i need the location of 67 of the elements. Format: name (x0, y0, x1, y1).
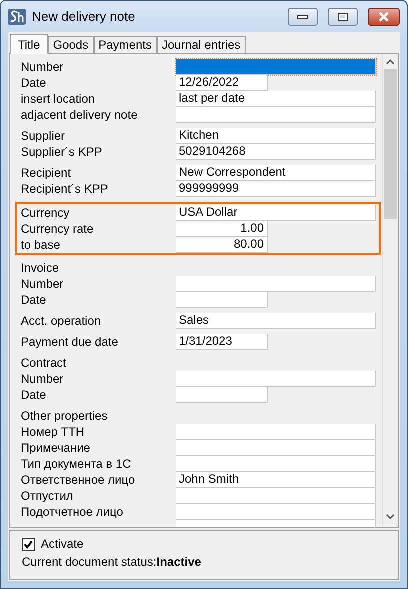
input-field[interactable]: Kitchen (176, 128, 376, 144)
input-field[interactable]: last per date (176, 91, 376, 107)
field-label: Payment due date (20, 335, 120, 349)
section-heading: Invoice (20, 260, 60, 276)
field-label: Номер ТТН (20, 425, 86, 439)
field-label: Примечание (20, 441, 92, 455)
status-text: Current document status:Inactive (22, 555, 202, 569)
field-label: Date (20, 388, 48, 402)
window-title: New delivery note (32, 9, 136, 24)
input-field[interactable]: John Smith (176, 472, 376, 488)
input-field[interactable] (176, 292, 268, 308)
input-field[interactable] (176, 504, 376, 520)
field-label: Number (20, 372, 65, 386)
field-label: adjacent delivery note (20, 108, 139, 122)
scroll-down-icon[interactable] (386, 512, 395, 521)
field-label: Number (20, 60, 65, 74)
input-field[interactable]: USA Dollar (176, 205, 376, 221)
input-field[interactable]: 999999999 (176, 181, 376, 197)
minimize-icon (297, 14, 309, 20)
section-heading: Contract (20, 355, 68, 371)
minimize-button[interactable] (288, 8, 318, 26)
section-heading: Other properties (20, 408, 109, 424)
input-field[interactable] (176, 387, 268, 403)
input-field[interactable] (176, 440, 376, 456)
field-label: Date (20, 293, 48, 307)
field-label: Number (20, 277, 65, 291)
field-label: Recipient´s KPP (20, 182, 110, 196)
scrollbar[interactable] (382, 54, 398, 527)
input-field[interactable] (176, 371, 376, 387)
field-label: Currency rate (20, 222, 95, 236)
field-label: Тип документа в 1С (20, 457, 132, 471)
field-label: Date (20, 76, 48, 90)
input-field[interactable] (176, 59, 376, 75)
field-label: Supplier (20, 129, 66, 143)
input-field[interactable]: 1.00 (176, 221, 268, 237)
input-field[interactable] (176, 488, 376, 504)
field-label: Supplier´s KPP (20, 145, 104, 159)
tab[interactable]: Payments (94, 36, 157, 53)
field-label: Отпустил (20, 489, 74, 503)
field-label: Подотчетное лицо (20, 505, 124, 519)
field-label: Acct. operation (20, 314, 102, 328)
input-field[interactable]: 80.00 (176, 237, 268, 253)
input-field[interactable] (176, 107, 376, 123)
input-field[interactable] (176, 456, 376, 472)
input-field[interactable]: 5029104268 (176, 144, 376, 160)
input-field[interactable]: 12/26/2022 (176, 75, 268, 91)
field-label: Recipient (20, 166, 72, 180)
close-icon (378, 12, 390, 22)
maximize-icon (337, 12, 349, 22)
scroll-up-icon[interactable] (386, 58, 395, 67)
close-button[interactable] (368, 8, 400, 26)
field-label: Ответственное лицо (20, 473, 136, 487)
field-label: insert location (20, 92, 96, 106)
field-label: to base (20, 238, 62, 252)
checkbox-label: Activate (41, 537, 84, 551)
tab[interactable]: Goods (48, 36, 94, 53)
input-field[interactable] (176, 424, 376, 440)
maximize-button[interactable] (328, 8, 358, 26)
tab[interactable]: Journal entries (156, 36, 246, 53)
input-field[interactable]: New Correspondent (176, 165, 376, 181)
app-icon (8, 8, 26, 24)
tab[interactable]: Title (10, 34, 48, 54)
checkbox[interactable] (22, 538, 35, 550)
input-field[interactable]: 1/31/2023 (176, 334, 268, 350)
input-field[interactable]: Sales (176, 313, 376, 329)
field-label: Currency (20, 206, 71, 220)
input-field[interactable] (176, 276, 376, 292)
